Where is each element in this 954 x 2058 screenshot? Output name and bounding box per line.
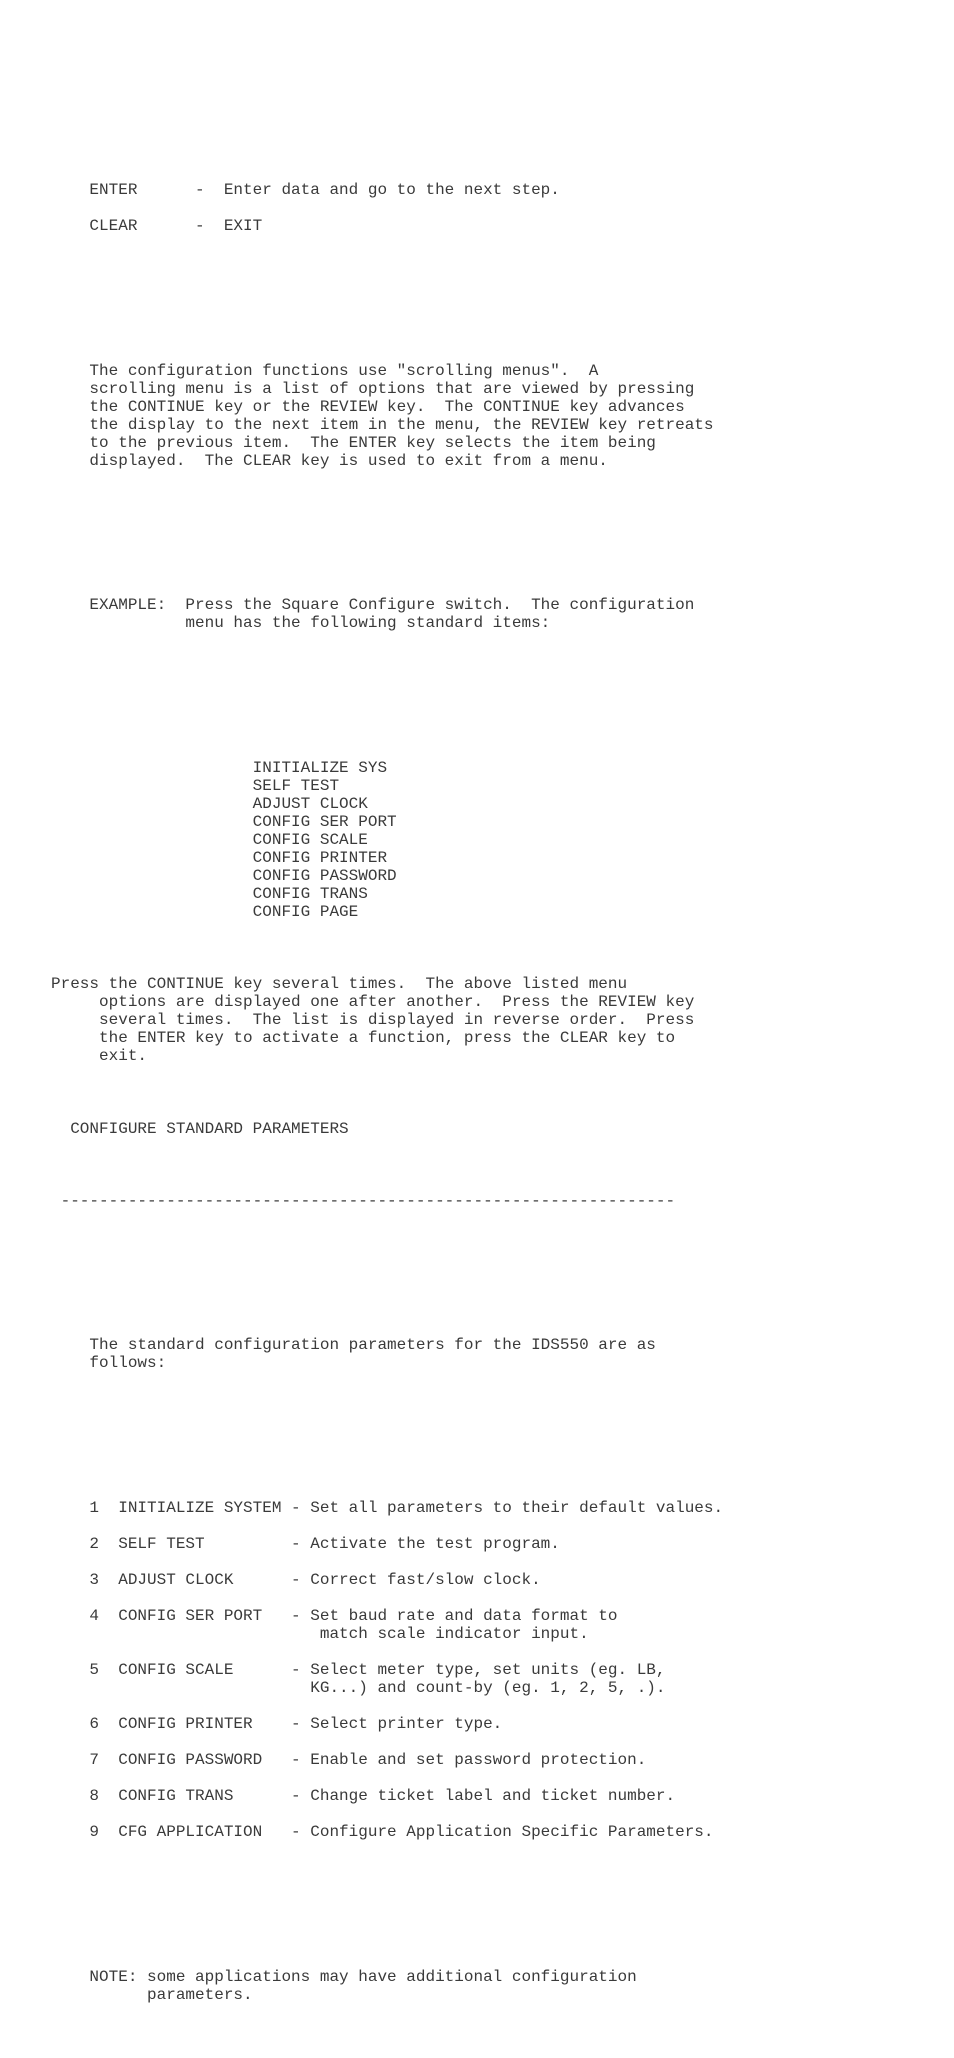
example-intro-paragraph: EXAMPLE: Press the Square Configure swit… bbox=[89, 596, 695, 633]
standard-parameters-intro: The standard configuration parameters fo… bbox=[89, 1336, 656, 1373]
manual-page: ENTER - Enter data and go to the next st… bbox=[0, 0, 954, 2004]
continue-key-paragraph: Press the CONTINUE key several times. Th… bbox=[51, 975, 695, 1066]
scrolling-menus-paragraph: The configuration functions use "scrolli… bbox=[89, 361, 714, 470]
example-menu-list: INITIALIZE SYS SELF TEST ADJUST CLOCK CO… bbox=[252, 758, 397, 922]
standard-parameters-list: 1 INITIALIZE SYSTEM - Set all parameters… bbox=[89, 1498, 724, 1842]
document-body: ENTER - Enter data and go to the next st… bbox=[51, 127, 911, 2058]
key-legend-block: ENTER - Enter data and go to the next st… bbox=[89, 181, 560, 236]
section-heading: CONFIGURE STANDARD PARAMETERS bbox=[51, 1119, 349, 1138]
note-block: NOTE: some applications may have additio… bbox=[89, 1967, 637, 2004]
section-divider-rule: ----------------------------------------… bbox=[51, 1191, 676, 1210]
